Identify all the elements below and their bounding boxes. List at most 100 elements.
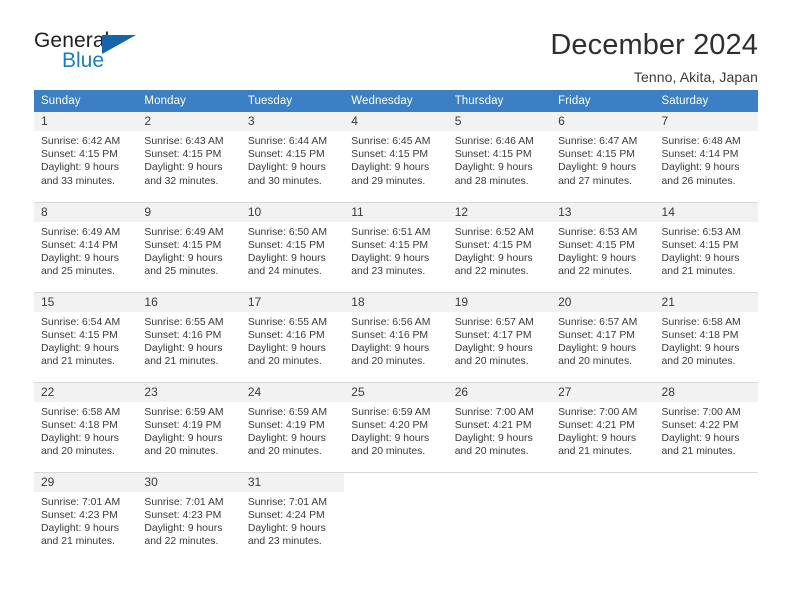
calendar-day-cell[interactable]: 6 Sunrise: 6:47 AM Sunset: 4:15 PM Daylight…: [551, 112, 655, 203]
calendar-day-cell[interactable]: 20 Sunrise: 6:57 AM Sunset: 4:17 PM Dayligh…: [551, 292, 655, 383]
calendar-day-cell[interactable]: 9 Sunrise: 6:49 AM Sunset: 4:15 PM Daylight…: [137, 202, 241, 293]
day-daylight1-text: Daylight: 9 hours: [41, 342, 119, 354]
day-sunset-text: Sunset: 4:21 PM: [558, 419, 635, 431]
calendar-day-cell[interactable]: 29 Sunrise: 7:01 AM Sunset: 4:23 PM Dayligh…: [34, 472, 138, 562]
day-daylight2-text: and 21 minutes.: [144, 356, 219, 368]
day-sunset-text: Sunset: 4:14 PM: [661, 149, 739, 161]
calendar-day-cell[interactable]: 10 Sunrise: 6:50 AM Sunset: 4:15 PM Dayligh…: [240, 202, 345, 293]
day-sunset-text: Sunset: 4:15 PM: [558, 239, 635, 251]
day-daylight1-text: Daylight: 9 hours: [558, 162, 637, 174]
day-daylight1-text: Daylight: 9 hours: [41, 252, 119, 264]
calendar-day-cell[interactable]: 22 Sunrise: 6:58 AM Sunset: 4:18 PM Dayligh…: [34, 382, 138, 473]
day-number: 8: [34, 202, 138, 222]
calendar-week-row: 15 Sunrise: 6:54 AM Sunset: 4:15 PM Dayligh…: [34, 292, 758, 383]
day-sun-info: Sunrise: 6:57 AM Sunset: 4:17 PM Daylight:…: [551, 312, 654, 369]
day-daylight2-text: and 25 minutes.: [144, 266, 219, 278]
calendar-day-cell[interactable]: 24 Sunrise: 6:59 AM Sunset: 4:19 PM Dayligh…: [240, 382, 345, 473]
day-sunrise-text: Sunrise: 7:00 AM: [454, 406, 534, 418]
day-daylight1-text: Daylight: 9 hours: [351, 342, 430, 354]
calendar-day-cell[interactable]: 25 Sunrise: 6:59 AM Sunset: 4:20 PM Dayligh…: [344, 382, 448, 473]
day-daylight2-text: and 32 minutes.: [144, 175, 219, 187]
day-daylight1-text: Daylight: 9 hours: [247, 432, 326, 444]
calendar-day-cell[interactable]: 28 Sunrise: 7:00 AM Sunset: 4:22 PM Dayligh…: [654, 382, 758, 473]
calendar-day-cell[interactable]: 23 Sunrise: 6:59 AM Sunset: 4:19 PM Dayligh…: [137, 382, 241, 473]
calendar-week-row: 1 Sunrise: 6:42 AM Sunset: 4:15 PM Daylight…: [34, 112, 758, 203]
day-sunrise-text: Sunrise: 6:57 AM: [454, 316, 534, 328]
day-daylight1-text: Daylight: 9 hours: [661, 342, 740, 354]
weekday-header-friday: Friday: [551, 90, 655, 112]
day-daylight1-text: Daylight: 9 hours: [661, 252, 740, 264]
day-sunset-text: Sunset: 4:16 PM: [144, 329, 222, 341]
calendar-day-cell[interactable]: 27 Sunrise: 7:00 AM Sunset: 4:21 PM Dayligh…: [551, 382, 655, 473]
calendar-day-cell[interactable]: 16 Sunrise: 6:55 AM Sunset: 4:16 PM Dayligh…: [137, 292, 241, 383]
day-daylight1-text: Daylight: 9 hours: [144, 162, 223, 174]
day-sun-info: Sunrise: 6:59 AM Sunset: 4:19 PM Daylight:…: [241, 402, 344, 459]
calendar-day-cell[interactable]: 15 Sunrise: 6:54 AM Sunset: 4:15 PM Dayligh…: [34, 292, 138, 383]
calendar-day-cell[interactable]: 8 Sunrise: 6:49 AM Sunset: 4:14 PM Daylight…: [34, 202, 138, 293]
day-sun-info: Sunrise: 6:59 AM Sunset: 4:20 PM Daylight:…: [344, 402, 447, 459]
calendar-day-cell[interactable]: 26 Sunrise: 7:00 AM Sunset: 4:21 PM Dayligh…: [447, 382, 552, 473]
day-daylight2-text: and 28 minutes.: [454, 175, 529, 187]
weekday-header-thursday: Thursday: [447, 90, 552, 112]
day-daylight2-text: and 23 minutes.: [247, 536, 322, 548]
day-sun-info: Sunrise: 6:57 AM Sunset: 4:17 PM Daylight:…: [448, 312, 551, 369]
calendar-day-cell[interactable]: 7 Sunrise: 6:48 AM Sunset: 4:14 PM Daylight…: [654, 112, 758, 203]
day-sun-info: Sunrise: 6:58 AM Sunset: 4:18 PM Daylight:…: [655, 312, 758, 369]
calendar-day-cell[interactable]: 17 Sunrise: 6:55 AM Sunset: 4:16 PM Dayligh…: [240, 292, 345, 383]
calendar-day-cell[interactable]: 13 Sunrise: 6:53 AM Sunset: 4:15 PM Dayligh…: [551, 202, 655, 293]
day-daylight1-text: Daylight: 9 hours: [351, 252, 430, 264]
day-sunset-text: Sunset: 4:15 PM: [454, 239, 532, 251]
calendar-day-cell[interactable]: 18 Sunrise: 6:56 AM Sunset: 4:16 PM Dayligh…: [344, 292, 448, 383]
day-sunset-text: Sunset: 4:22 PM: [661, 419, 739, 431]
day-daylight2-text: and 20 minutes.: [247, 446, 322, 458]
day-daylight2-text: and 24 minutes.: [247, 266, 322, 278]
day-sun-info: Sunrise: 7:01 AM Sunset: 4:23 PM Daylight:…: [34, 492, 137, 549]
calendar-day-cell[interactable]: 11 Sunrise: 6:51 AM Sunset: 4:15 PM Dayligh…: [344, 202, 448, 293]
day-sun-info: Sunrise: 6:59 AM Sunset: 4:19 PM Daylight:…: [137, 402, 240, 459]
day-sunset-text: Sunset: 4:18 PM: [41, 419, 118, 431]
calendar-day-cell[interactable]: 31 Sunrise: 7:01 AM Sunset: 4:24 PM Dayligh…: [240, 472, 345, 562]
day-daylight2-text: and 20 minutes.: [558, 356, 633, 368]
calendar-day-cell[interactable]: 5 Sunrise: 6:46 AM Sunset: 4:15 PM Daylight…: [447, 112, 552, 203]
day-sun-info: Sunrise: 6:54 AM Sunset: 4:15 PM Daylight:…: [34, 312, 137, 369]
day-number: 30: [137, 472, 241, 492]
day-number: 29: [34, 472, 138, 492]
day-number: 20: [551, 292, 655, 312]
day-sunrise-text: Sunrise: 6:55 AM: [144, 316, 224, 328]
day-daylight1-text: Daylight: 9 hours: [41, 432, 119, 444]
day-sunset-text: Sunset: 4:15 PM: [41, 329, 118, 341]
day-number: 9: [137, 202, 241, 222]
day-number: 11: [344, 202, 448, 222]
day-daylight1-text: Daylight: 9 hours: [247, 522, 326, 534]
weekday-header-sunday: Sunday: [34, 90, 138, 112]
day-sun-info: Sunrise: 6:42 AM Sunset: 4:15 PM Daylight:…: [34, 131, 137, 188]
day-number: 4: [344, 112, 448, 131]
day-daylight2-text: and 23 minutes.: [351, 266, 426, 278]
calendar-day-cell[interactable]: 12 Sunrise: 6:52 AM Sunset: 4:15 PM Dayligh…: [447, 202, 552, 293]
day-number: 6: [551, 112, 655, 131]
day-sunset-text: Sunset: 4:19 PM: [247, 419, 325, 431]
day-sun-info: Sunrise: 6:49 AM Sunset: 4:15 PM Daylight:…: [137, 222, 240, 279]
generalblue-logo[interactable]: General Blue: [34, 30, 146, 76]
calendar-day-cell[interactable]: 21 Sunrise: 6:58 AM Sunset: 4:18 PM Dayligh…: [654, 292, 758, 383]
calendar-day-cell[interactable]: 2 Sunrise: 6:43 AM Sunset: 4:15 PM Daylight…: [137, 112, 241, 203]
day-sunrise-text: Sunrise: 7:00 AM: [661, 406, 741, 418]
day-sunrise-text: Sunrise: 6:59 AM: [351, 406, 431, 418]
calendar-day-cell[interactable]: 30 Sunrise: 7:01 AM Sunset: 4:23 PM Dayligh…: [137, 472, 241, 562]
day-sun-info: Sunrise: 6:46 AM Sunset: 4:15 PM Daylight:…: [448, 131, 551, 188]
day-number: 15: [34, 292, 138, 312]
day-sun-info: Sunrise: 6:48 AM Sunset: 4:14 PM Daylight:…: [655, 131, 758, 188]
day-daylight2-text: and 22 minutes.: [454, 266, 529, 278]
calendar-day-cell[interactable]: 3 Sunrise: 6:44 AM Sunset: 4:15 PM Daylight…: [240, 112, 345, 203]
day-number: 19: [447, 292, 552, 312]
day-sunset-text: Sunset: 4:18 PM: [661, 329, 739, 341]
day-sunrise-text: Sunrise: 6:51 AM: [351, 226, 431, 238]
calendar-day-cell[interactable]: 14 Sunrise: 6:53 AM Sunset: 4:15 PM Dayligh…: [654, 202, 758, 293]
page-title: December 2024: [550, 29, 758, 61]
calendar-day-cell[interactable]: 1 Sunrise: 6:42 AM Sunset: 4:15 PM Daylight…: [34, 112, 138, 203]
calendar-day-cell[interactable]: 19 Sunrise: 6:57 AM Sunset: 4:17 PM Dayligh…: [447, 292, 552, 383]
day-sunset-text: Sunset: 4:15 PM: [144, 149, 222, 161]
day-sunrise-text: Sunrise: 6:52 AM: [454, 226, 534, 238]
day-number: 16: [137, 292, 241, 312]
calendar-day-cell[interactable]: 4 Sunrise: 6:45 AM Sunset: 4:15 PM Daylight…: [344, 112, 448, 203]
